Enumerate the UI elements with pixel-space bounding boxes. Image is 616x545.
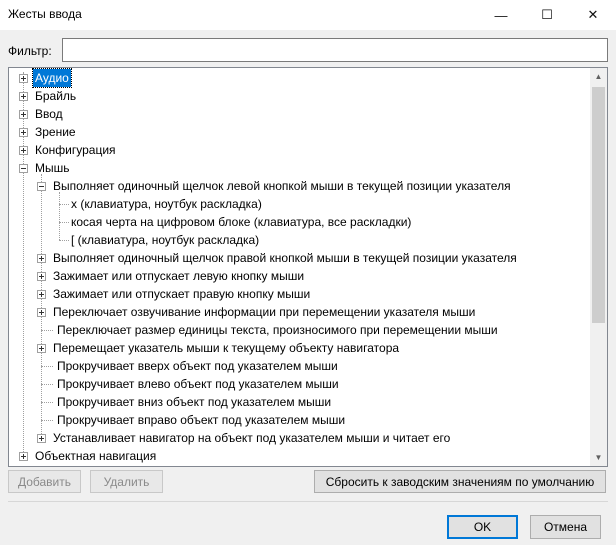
title-bar: Жесты ввода — ☐ ✕ xyxy=(0,0,616,30)
filter-input[interactable] xyxy=(62,38,608,62)
tree-item-text-unit[interactable]: Переключает размер единицы текста, произ… xyxy=(55,321,500,339)
tree-item-left-click[interactable]: Выполняет одиночный щелчок левой кнопкой… xyxy=(37,177,513,195)
chevron-down-icon: ▼ xyxy=(594,453,603,462)
tree-item-move-to-navigator[interactable]: Перемещает указатель мыши к текущему объ… xyxy=(37,339,401,357)
tree-item-input[interactable]: Ввод xyxy=(19,105,65,123)
tree-item-navigator-to-mouse[interactable]: Устанавливает навигатор на объект под ук… xyxy=(37,429,452,447)
expand-icon[interactable] xyxy=(19,127,28,137)
tree-connector xyxy=(59,222,69,223)
tree-item-configuration[interactable]: Конфигурация xyxy=(19,141,118,159)
tree-item-right-lock[interactable]: Зажимает или отпускает правую кнопку мыш… xyxy=(37,285,312,303)
ok-button[interactable]: OK xyxy=(447,515,518,539)
gestures-tree[interactable]: Аудио Брайль Ввод Зрение Конфигурация Мы… xyxy=(8,67,608,467)
expand-icon[interactable] xyxy=(19,91,28,101)
tree-connector xyxy=(59,204,69,205)
expand-icon[interactable] xyxy=(19,451,28,461)
cancel-button[interactable]: Отмена xyxy=(530,515,601,539)
expand-icon[interactable] xyxy=(37,433,46,443)
tree-item-scroll-down[interactable]: Прокручивает вниз объект под указателем … xyxy=(55,393,333,411)
tree-item-right-click[interactable]: Выполняет одиночный щелчок правой кнопко… xyxy=(37,249,519,267)
tree-connector xyxy=(41,366,53,367)
expand-icon[interactable] xyxy=(37,307,46,317)
tree-connector xyxy=(41,402,53,403)
tree-item-gesture[interactable]: x (клавиатура, ноутбук раскладка) xyxy=(69,195,264,213)
vertical-scrollbar[interactable]: ▲ ▼ xyxy=(590,68,607,466)
tree-connector xyxy=(59,192,60,240)
chevron-up-icon: ▲ xyxy=(594,72,603,81)
scroll-up-button[interactable]: ▲ xyxy=(590,68,607,85)
tree-item-mouse[interactable]: Мышь xyxy=(19,159,72,177)
tree-rows: Аудио Брайль Ввод Зрение Конфигурация Мы… xyxy=(9,68,592,466)
separator xyxy=(8,501,608,502)
tree-item-gesture[interactable]: косая черта на цифровом блоке (клавиатур… xyxy=(69,213,413,231)
minimize-button[interactable]: — xyxy=(478,0,524,30)
expand-icon[interactable] xyxy=(37,253,46,263)
reset-defaults-button[interactable]: Сбросить к заводским значениям по умолча… xyxy=(314,470,606,493)
tree-connector xyxy=(59,240,69,241)
add-button[interactable]: Добавить xyxy=(8,470,81,493)
filter-label: Фильтр: xyxy=(8,44,52,58)
tree-item-left-lock[interactable]: Зажимает или отпускает левую кнопку мыши xyxy=(37,267,306,285)
tree-item-scroll-left[interactable]: Прокручивает влево объект под указателем… xyxy=(55,375,341,393)
expand-icon[interactable] xyxy=(37,271,46,281)
expand-icon[interactable] xyxy=(37,289,46,299)
tree-item-object-navigation[interactable]: Объектная навигация xyxy=(19,447,158,465)
close-icon: ✕ xyxy=(587,7,599,22)
tree-item-scroll-right[interactable]: Прокручивает вправо объект под указателе… xyxy=(55,411,347,429)
expand-icon[interactable] xyxy=(19,73,28,83)
tree-item-scroll-up[interactable]: Прокручивает вверх объект под указателем… xyxy=(55,357,340,375)
maximize-icon: ☐ xyxy=(541,7,553,22)
expand-icon[interactable] xyxy=(19,109,28,119)
scrollbar-thumb[interactable] xyxy=(592,87,605,323)
tree-connector xyxy=(41,420,53,421)
minimize-icon: — xyxy=(494,7,508,23)
close-button[interactable]: ✕ xyxy=(570,0,616,30)
tree-connector xyxy=(41,384,53,385)
window-title: Жесты ввода xyxy=(8,7,82,21)
collapse-icon[interactable] xyxy=(37,181,46,191)
tree-connector xyxy=(41,330,53,331)
collapse-icon[interactable] xyxy=(19,163,28,173)
scroll-down-button[interactable]: ▼ xyxy=(590,449,607,466)
maximize-button[interactable]: ☐ xyxy=(524,0,570,30)
tree-item-gesture[interactable]: [ (клавиатура, ноутбук раскладка) xyxy=(69,231,261,249)
tree-item-audio[interactable]: Аудио xyxy=(19,68,72,88)
expand-icon[interactable] xyxy=(37,343,46,353)
expand-icon[interactable] xyxy=(19,145,28,155)
tree-item-braille[interactable]: Брайль xyxy=(19,87,78,105)
tree-item-mouse-tracking[interactable]: Переключает озвучивание информации при п… xyxy=(37,303,477,321)
remove-button[interactable]: Удалить xyxy=(90,470,163,493)
tree-item-vision[interactable]: Зрение xyxy=(19,123,78,141)
